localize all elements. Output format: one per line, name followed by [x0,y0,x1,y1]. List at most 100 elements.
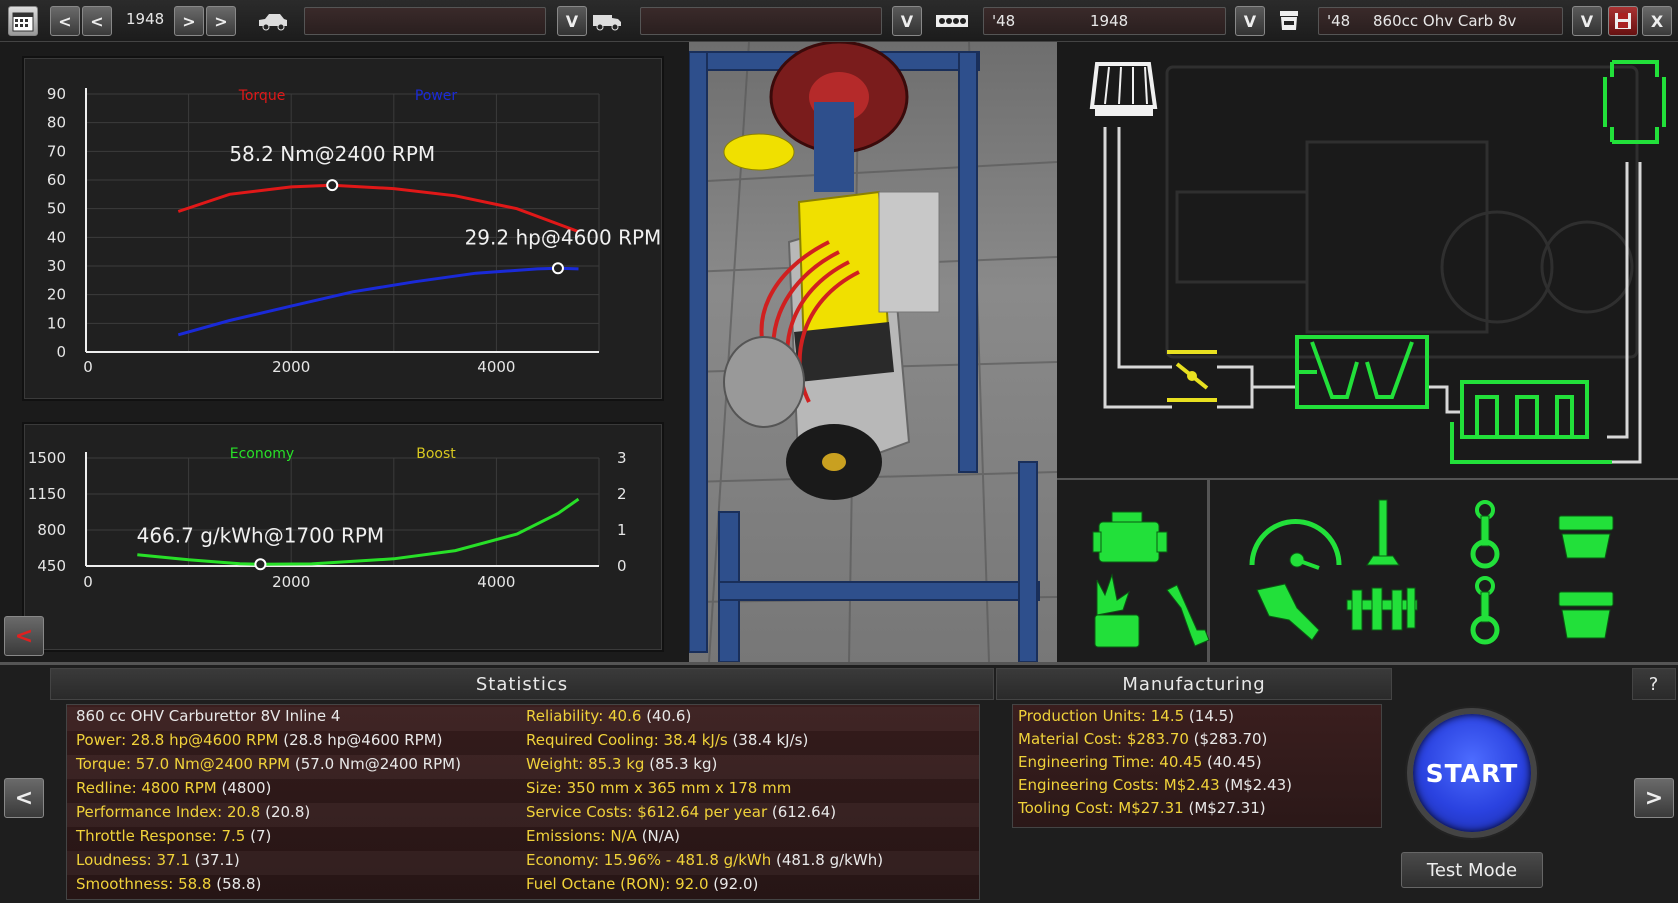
conrod-upgrade-part-icon[interactable] [1470,576,1500,645]
stat-value: Throttle Response: 7.5 [76,827,246,845]
engine-variant-dropdown-button[interactable]: V [1572,6,1602,36]
top-toolbar: < < 1948 > > V V '48 1948 V '48 860cc Oh… [0,0,1678,42]
manufacturing-header: Manufacturing [996,668,1392,700]
stat-line: Reliability: 40.6 (40.6) [526,707,691,725]
stat-baseline-value: (20.8) [260,803,311,821]
stat-baseline-value: (38.4 kJ/s) [727,731,809,749]
stat-baseline-value: (85.3 kg) [644,755,718,773]
legend-item: Torque [238,88,286,104]
stat-baseline-value: (57.0 Nm@2400 RPM) [290,755,461,773]
close-button[interactable]: X [1642,6,1672,36]
model-field[interactable] [304,7,546,35]
save-icon[interactable] [1608,6,1638,36]
x-tick-label: 4000 [477,573,515,591]
engine-variant-field[interactable]: '48 860cc Ohv Carb 8v [1318,7,1563,35]
engine-schematic[interactable] [1057,42,1678,476]
year-forward-button[interactable]: > [174,6,204,36]
stat-line: 860 cc OHV Carburettor 8V Inline 4 [76,707,340,725]
stat-line: Torque: 57.0 Nm@2400 RPM (57.0 Nm@2400 R… [76,755,461,773]
schematic-diagram [1089,60,1666,464]
engine-block-icon [934,8,970,34]
legend-item: Economy [230,446,294,462]
stat-baseline-value: (7) [245,827,272,845]
year-back-far-button[interactable]: < [50,6,80,36]
year-back-button[interactable]: < [82,6,112,36]
engine-parts-panel [1057,478,1678,664]
statistics-header: Statistics [50,668,994,700]
stat-value: 860 cc OHV Carburettor 8V Inline 4 [76,707,341,725]
y-tick-label: 40 [47,228,66,246]
tune-wrench-part-icon[interactable] [1256,583,1320,641]
stat-baseline-value: (N/A) [636,827,680,845]
stat-value: Material Cost: $283.70 [1018,730,1189,748]
torque-power-chart: 0 10 20 30 40 50 60 70 80 90 0 2000 4000 Torque Power 5… [22,56,664,401]
help-button[interactable]: ? [1632,668,1676,700]
stat-value: Redline: 4800 RPM [76,779,217,797]
stat-baseline-value: (481.8 g/kWh) [771,851,884,869]
stat-line: Fuel Octane (RON): 92.0 (92.0) [526,875,758,893]
stat-value: Required Cooling: 38.4 kJ/s [526,731,728,749]
year-forward-far-button[interactable]: > [206,6,236,36]
y-tick-label: 1150 [28,485,66,503]
collapse-charts-button[interactable]: < [4,616,44,656]
stat-baseline-value: (4800) [216,779,272,797]
trim-field[interactable] [640,7,882,35]
stat-baseline-value: (M$27.31) [1183,799,1266,817]
peak-marker [254,558,267,571]
car-model-icon [256,8,290,34]
y-tick-label: 10 [47,314,66,332]
stat-line: Engineering Costs: M$2.43 (M$2.43) [1018,776,1292,794]
stats-back-button[interactable]: < [4,778,44,818]
calendar-icon[interactable] [8,6,38,36]
y-tick-label: 450 [37,557,66,575]
engine-family-field[interactable]: '48 1948 [983,7,1226,35]
stat-baseline-value: (37.1) [189,851,240,869]
spark-plug-part-icon[interactable] [1166,584,1210,647]
stats-forward-button[interactable]: > [1634,778,1674,818]
engine-3d-view[interactable] [689,42,1057,662]
stat-line: Weight: 85.3 kg (85.3 kg) [526,755,717,773]
economy-boost-chart: 450 800 1150 1500 0 1 2 3 0 2000 4000 Economy Boost 4… [22,422,664,652]
stat-line: Required Cooling: 38.4 kJ/s (38.4 kJ/s) [526,731,808,749]
stat-value: Size: 350 mm x 365 mm x 178 mm [526,779,792,797]
y-tick-label: 0 [56,343,66,361]
y-tick-label: 70 [47,142,66,160]
start-button[interactable]: START [1407,708,1537,838]
engine-family-dropdown-button[interactable]: V [1235,6,1265,36]
stat-value: Tooling Cost: M$27.31 [1018,799,1184,817]
stat-baseline-value: (612.64) [767,803,837,821]
stat-value: Production Units: 14.5 [1018,707,1185,725]
stat-line: Power: 28.8 hp@4600 RPM (28.8 hp@4600 RP… [76,731,443,749]
piston-damage-part-icon[interactable] [1094,573,1140,648]
stat-line: Performance Index: 20.8 (20.8) [76,803,310,821]
y2-tick-label: 0 [617,557,627,575]
peak-annotation: 58.2 Nm@2400 RPM [229,142,435,166]
stat-baseline-value: (28.8 hp@4600 RPM) [278,731,443,749]
x-tick-label: 2000 [272,358,310,376]
stat-value: Power: 28.8 hp@4600 RPM [76,731,279,749]
x-tick-label: 4000 [477,358,515,376]
legend-item: Power [415,88,458,104]
stat-value: Torque: 57.0 Nm@2400 RPM [76,755,291,773]
valve-part-icon[interactable] [1366,499,1400,566]
stat-line: Smoothness: 58.8 (58.8) [76,875,261,893]
piston-upgrade-part-icon[interactable] [1558,591,1614,639]
y-tick-label: 30 [47,257,66,275]
trim-dropdown-button[interactable]: V [892,6,922,36]
stat-baseline-value: (92.0) [708,875,759,893]
y-tick-label: 60 [47,171,66,189]
test-mode-button[interactable]: Test Mode [1401,852,1543,888]
engine-block-part-icon[interactable] [1092,511,1168,563]
piston-part-icon[interactable] [1558,515,1614,559]
camshaft-part-icon[interactable] [1346,587,1418,631]
conrod-part-icon[interactable] [1470,500,1500,569]
year-label: 1948 [126,10,165,28]
y-tick-label: 80 [47,114,66,132]
stat-baseline-value: (M$2.43) [1219,776,1292,794]
y-tick-label: 20 [47,286,66,304]
y-tick-label: 800 [37,521,66,539]
stat-value: Emissions: N/A [526,827,637,845]
model-dropdown-button[interactable]: V [557,6,587,36]
stat-value: Engineering Time: 40.45 [1018,753,1203,771]
y2-tick-label: 2 [617,485,627,503]
